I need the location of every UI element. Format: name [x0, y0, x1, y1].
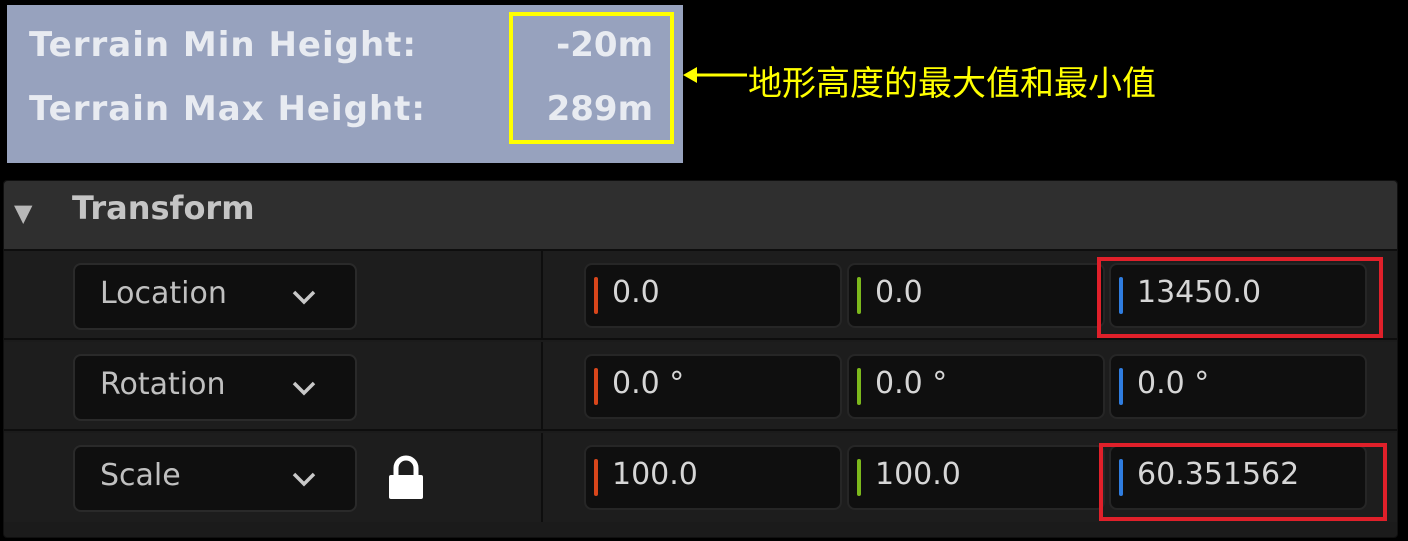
location-label: Location — [100, 276, 227, 311]
location-dropdown[interactable]: Location — [73, 263, 357, 330]
highlight-box-scale-z — [1099, 443, 1387, 521]
terrain-min-label: Terrain Min Height: — [29, 25, 418, 65]
z-axis-bar — [1119, 368, 1123, 405]
rotation-row: Rotation 0.0 ° 0.0 ° 0.0 ° — [4, 342, 1397, 431]
arrow-left-icon — [683, 67, 747, 83]
column-divider — [541, 433, 543, 522]
terrain-max-label: Terrain Max Height: — [29, 89, 427, 129]
location-y-value: 0.0 — [875, 275, 923, 310]
x-axis-bar — [594, 459, 598, 496]
lock-icon[interactable] — [386, 455, 426, 501]
rotation-z-field[interactable]: 0.0 ° — [1109, 354, 1367, 419]
triangle-down-icon[interactable]: ▼ — [14, 199, 32, 227]
x-axis-bar — [594, 368, 598, 405]
location-x-field[interactable]: 0.0 — [584, 263, 842, 328]
highlight-box-height-values — [509, 12, 674, 144]
x-axis-bar — [594, 277, 598, 314]
y-axis-bar — [857, 459, 861, 496]
y-axis-bar — [857, 368, 861, 405]
rotation-y-field[interactable]: 0.0 ° — [847, 354, 1105, 419]
annotation-caption: 地形高度的最大值和最小值 — [748, 64, 1156, 104]
rotation-y-value: 0.0 ° — [875, 366, 948, 401]
scale-x-value: 100.0 — [612, 457, 698, 492]
chevron-down-icon — [292, 472, 316, 487]
location-y-field[interactable]: 0.0 — [847, 263, 1105, 328]
scale-label: Scale — [100, 458, 181, 493]
chevron-down-icon — [292, 381, 316, 396]
rotation-dropdown[interactable]: Rotation — [73, 354, 357, 421]
chevron-down-icon — [292, 290, 316, 305]
scale-x-field[interactable]: 100.0 — [584, 445, 842, 510]
rotation-z-value: 0.0 ° — [1137, 366, 1210, 401]
scale-y-field[interactable]: 100.0 — [847, 445, 1105, 510]
highlight-box-location-z — [1097, 257, 1383, 338]
rotation-x-value: 0.0 ° — [612, 366, 685, 401]
y-axis-bar — [857, 277, 861, 314]
column-divider — [541, 342, 543, 429]
location-x-value: 0.0 — [612, 275, 660, 310]
rotation-x-field[interactable]: 0.0 ° — [584, 354, 842, 419]
transform-title: Transform — [72, 189, 255, 227]
column-divider — [541, 251, 543, 338]
rotation-label: Rotation — [100, 367, 226, 402]
scale-y-value: 100.0 — [875, 457, 961, 492]
scale-dropdown[interactable]: Scale — [73, 445, 357, 512]
transform-header[interactable]: ▼ Transform — [4, 181, 1397, 251]
